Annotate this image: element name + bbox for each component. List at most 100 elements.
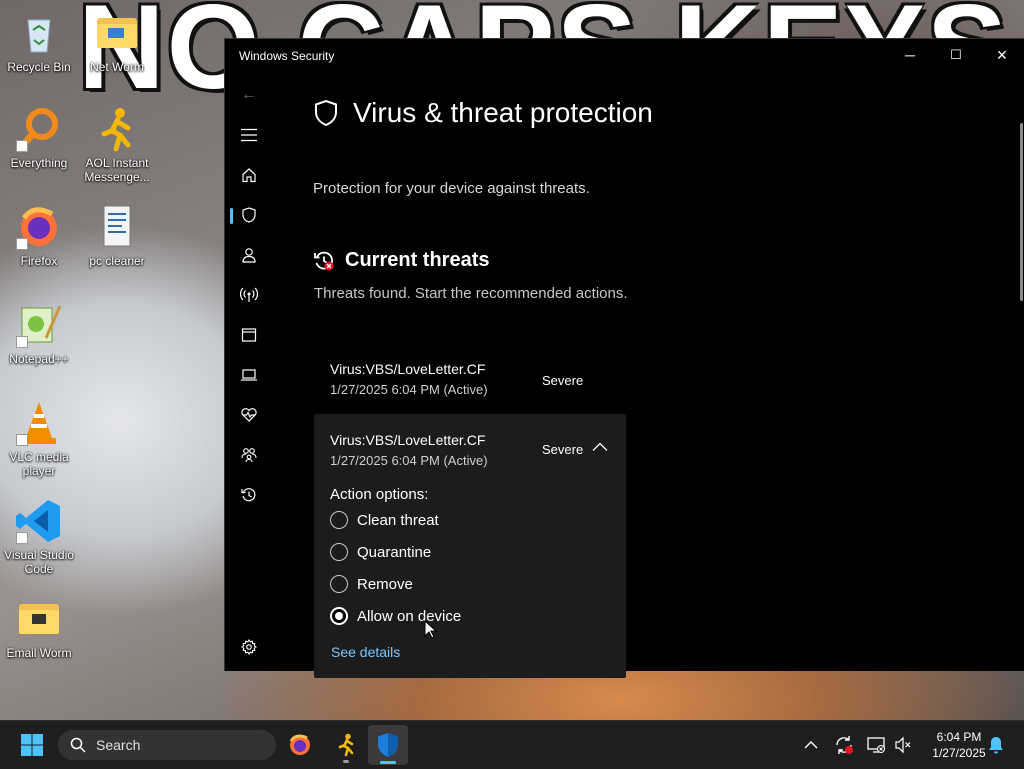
nav-app-browser-control[interactable]: [229, 319, 269, 351]
start-button[interactable]: [16, 729, 48, 761]
radio-quarantine[interactable]: Quarantine: [330, 541, 431, 563]
desktop-icon-email-worm[interactable]: Email Worm: [0, 596, 78, 660]
home-icon: [242, 168, 256, 183]
tray-overflow-button[interactable]: [804, 721, 818, 769]
desktop-icon-recycle-bin[interactable]: Recycle Bin: [0, 10, 78, 74]
windows-security-window: Windows Security ─ ☐ ✕ ← Virus & threat …: [224, 38, 1024, 678]
radio-label: Clean threat: [357, 511, 439, 529]
minimize-button[interactable]: ─: [887, 39, 933, 71]
radio-allow-on-device[interactable]: Allow on device: [330, 605, 461, 627]
desktop-icon-everything[interactable]: Everything: [0, 106, 78, 170]
desktop-icon-label: VLC media player: [9, 450, 69, 478]
page-title-row: Virus & threat protection: [313, 97, 653, 129]
chevron-up-icon[interactable]: [592, 442, 608, 452]
title-bar[interactable]: Windows Security ─ ☐ ✕: [225, 39, 1024, 73]
threat-item[interactable]: Virus:VBS/LoveLetter.CF 1/27/2025 6:04 P…: [313, 349, 625, 413]
taskbar-aol-instant-messenger[interactable]: [330, 729, 362, 763]
running-indicator: [343, 760, 349, 763]
history-icon: [241, 488, 256, 502]
nav-account-protection[interactable]: [229, 239, 269, 271]
nav-settings[interactable]: [229, 631, 269, 663]
radio-label: Quarantine: [357, 543, 432, 561]
nav-rail: ←: [225, 73, 273, 671]
nav-virus-threat-protection[interactable]: [229, 199, 269, 231]
radio-circle-selected[interactable]: [330, 607, 348, 625]
threat-item-header[interactable]: Virus:VBS/LoveLetter.CF 1/27/2025 6:04 P…: [314, 414, 626, 478]
shortcut-arrow-icon: [16, 140, 28, 152]
desktop-icon-label: Visual Studio Code: [4, 548, 74, 576]
back-button[interactable]: ←: [229, 79, 269, 111]
menu-button[interactable]: [229, 119, 269, 151]
nav-device-security[interactable]: [229, 359, 269, 391]
desktop-icon-label: Recycle Bin: [7, 60, 71, 74]
tray-volume[interactable]: [894, 721, 912, 769]
magnifier-icon: [16, 106, 62, 152]
desktop-icon-vscode[interactable]: Visual Studio Code: [0, 498, 78, 576]
network-disconnected-icon: [867, 737, 885, 753]
shortcut-arrow-icon: [16, 238, 28, 250]
radio-circle[interactable]: [330, 511, 348, 529]
desktop-icon-net-worm[interactable]: Net Worm: [78, 10, 156, 74]
vlc-cone-icon: [16, 400, 62, 446]
notifications-button[interactable]: [988, 721, 1004, 769]
close-button[interactable]: ✕: [979, 39, 1024, 71]
radio-remove[interactable]: Remove: [330, 573, 413, 595]
page-title: Virus & threat protection: [353, 97, 653, 128]
action-options-label: Action options:: [330, 486, 429, 503]
running-man-icon: [94, 106, 140, 152]
heart-pulse-icon: [241, 408, 257, 422]
page-subtitle: Protection for your device against threa…: [313, 180, 590, 197]
nav-protection-history[interactable]: [229, 479, 269, 511]
tray-network[interactable]: [866, 721, 886, 769]
threat-name: Virus:VBS/LoveLetter.CF: [330, 361, 486, 377]
see-details-link[interactable]: See details: [331, 644, 400, 660]
taskbar-search[interactable]: Search: [58, 730, 276, 760]
maximize-button[interactable]: ☐: [933, 39, 979, 71]
tray-sync-status[interactable]: [834, 721, 854, 769]
running-man-icon: [338, 733, 354, 757]
nav-device-performance-health[interactable]: [229, 399, 269, 431]
radio-label: Remove: [357, 575, 413, 593]
taskbar-windows-security[interactable]: [368, 725, 408, 765]
desktop-icon-aol-instant-messenger[interactable]: AOL Instant Messenge...: [78, 106, 156, 184]
laptop-icon: [241, 369, 257, 381]
radio-circle[interactable]: [330, 575, 348, 593]
desktop-icon-label: Everything: [10, 156, 68, 170]
taskbar: Search 6:04 PM 1/27/2025: [0, 720, 1024, 769]
nav-firewall-network[interactable]: [229, 279, 269, 311]
desktop-icon-vlc[interactable]: VLC media player: [0, 400, 78, 478]
folder-icon: [16, 596, 62, 642]
shortcut-arrow-icon: [16, 532, 28, 544]
nav-family-options[interactable]: [229, 439, 269, 471]
app-window-icon: [241, 328, 257, 342]
person-icon: [242, 248, 256, 263]
desktop-icon-label: AOL Instant Messenge...: [84, 156, 150, 184]
threat-item-expanded: Virus:VBS/LoveLetter.CF 1/27/2025 6:04 P…: [314, 414, 626, 678]
main-content: Virus & threat protection Protection for…: [313, 73, 1024, 678]
chevron-up-icon: [804, 741, 818, 749]
section-title-row: Current threats: [313, 249, 489, 272]
shortcut-arrow-icon: [16, 434, 28, 446]
radio-circle[interactable]: [330, 543, 348, 561]
radio-label: Allow on device: [357, 607, 462, 625]
gear-icon: [241, 639, 257, 655]
desktop-icon-label: Email Worm: [6, 646, 72, 660]
taskbar-firefox[interactable]: [284, 729, 316, 761]
windows-logo-icon: [21, 734, 43, 756]
desktop-icon-pc-cleaner[interactable]: pc cleaner: [78, 204, 156, 268]
search-placeholder: Search: [96, 737, 141, 753]
hamburger-menu-icon: [241, 128, 257, 142]
scrollbar-thumb[interactable]: [1020, 123, 1023, 301]
nav-home[interactable]: [229, 159, 269, 191]
radio-clean-threat[interactable]: Clean threat: [330, 509, 439, 531]
desktop-icon-label: pc cleaner: [89, 254, 145, 268]
recycle-bin-icon: [16, 10, 62, 56]
window-title: Windows Security: [239, 49, 335, 63]
antenna-icon: [240, 287, 258, 302]
search-icon: [70, 737, 86, 753]
folder-icon: [94, 10, 140, 56]
desktop-icon-notepad-plus-plus[interactable]: Notepad++: [0, 302, 78, 366]
desktop-icon-label: Net Worm: [90, 60, 144, 74]
desktop-icon-firefox[interactable]: Firefox: [0, 204, 78, 268]
notepad-icon: [16, 302, 62, 348]
